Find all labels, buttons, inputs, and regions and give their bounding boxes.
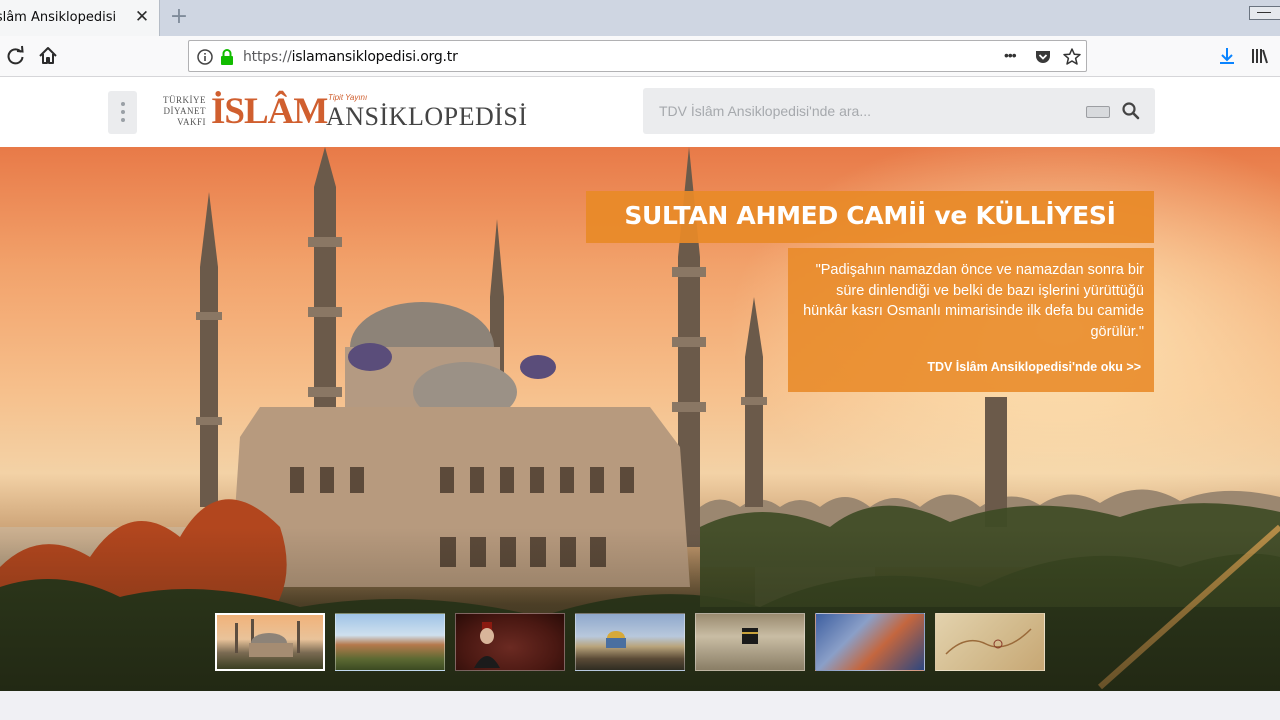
url-bar[interactable]: https://islamansiklopedisi.org.tr ••• [188,40,1087,72]
thumb-portrait[interactable] [455,613,565,671]
close-tab-icon[interactable]: ✕ [134,6,150,28]
logo-line-3: VAKFI [177,117,206,127]
search-icon[interactable] [1121,101,1141,121]
virtual-keyboard-icon[interactable] [1086,106,1110,118]
page-actions-icon[interactable]: ••• [1004,47,1017,63]
thumb-sultan-ahmed[interactable] [215,613,325,671]
window-restore-button[interactable] [1249,6,1280,20]
thumb-jerusalem[interactable] [575,613,685,671]
hero-quote-box: "Padişahın namazdan önce ve namazdan son… [788,248,1154,392]
library-icon[interactable] [1248,44,1272,68]
menu-button[interactable] [108,91,137,134]
logo-ansiklopedisi: ANSİKLOPEDİSİ [326,102,528,131]
search-placeholder: TDV İslâm Ansiklopedisi'nde ara... [659,103,871,119]
hero-banner: SULTAN AHMED CAMİİ ve KÜLLİYESİ "Padişah… [0,147,1280,691]
logo-line-1: TÜRKİYE [163,95,206,105]
thumb-map[interactable] [935,613,1045,671]
search-input[interactable]: TDV İslâm Ansiklopedisi'nde ara... [643,88,1155,134]
site-info-icon[interactable] [195,47,215,67]
thumb-alhambra[interactable] [335,613,445,671]
thumb-miniature[interactable] [815,613,925,671]
url-host: islamansiklopedisi.org.tr [291,49,458,65]
hero-title-box[interactable]: SULTAN AHMED CAMİİ ve KÜLLİYESİ [586,191,1154,243]
reload-icon[interactable] [4,44,28,68]
home-icon[interactable] [36,44,60,68]
url-scheme: https:// [243,49,292,65]
downloads-icon[interactable] [1215,44,1239,68]
pocket-icon[interactable] [1033,47,1053,67]
logo-tag: Tipit Yayını [328,93,368,102]
new-tab-button[interactable]: + [169,4,189,30]
hero-title: SULTAN AHMED CAMİİ ve KÜLLİYESİ [624,201,1116,230]
thumb-kaaba[interactable] [695,613,805,671]
logo-islam: İSLÂM [211,91,328,132]
browser-navbar: https://islamansiklopedisi.org.tr ••• [0,36,1280,77]
thumbnail-strip [215,613,1050,673]
site-logo[interactable]: TÜRKİYE DİYANET VAKFI İSLÂM Tipit Yayını… [156,91,527,133]
logo-line-2: DİYANET [163,106,206,116]
bookmark-star-icon[interactable] [1062,47,1082,67]
page-bottom-strip [0,691,1280,720]
site-header: TÜRKİYE DİYANET VAKFI İSLÂM Tipit Yayını… [0,77,1280,147]
secure-lock-icon [217,47,237,67]
browser-tab-active[interactable]: İslâm Ansiklopedisi ✕ [0,0,160,36]
tab-title: İslâm Ansiklopedisi [0,10,117,25]
url-text[interactable]: https://islamansiklopedisi.org.tr [243,49,458,65]
read-more-link[interactable]: TDV İslâm Ansiklopedisi'nde oku >> [927,360,1141,374]
hero-quote: "Padişahın namazdan önce ve namazdan son… [803,262,1144,340]
browser-tabstrip: İslâm Ansiklopedisi ✕ + [0,0,1280,36]
